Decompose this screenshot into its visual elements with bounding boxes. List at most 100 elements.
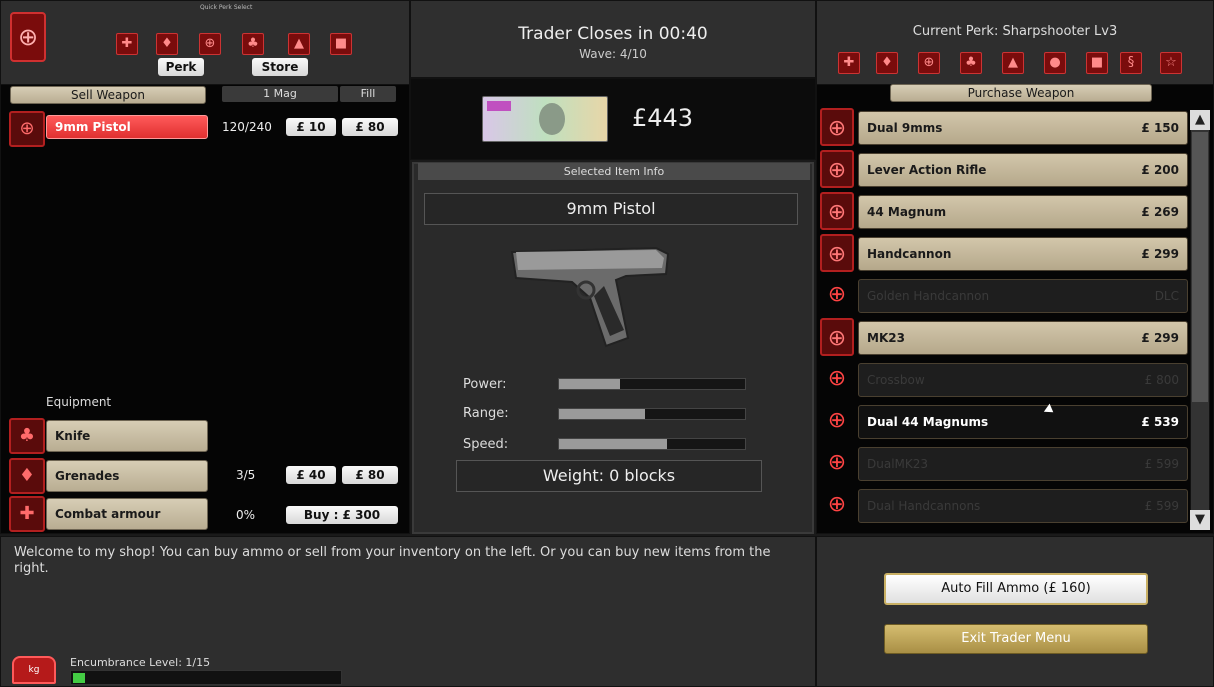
purchase-item-row[interactable]: Dual 44 Magnums £ 539: [858, 405, 1188, 439]
purchase-item-row[interactable]: Lever Action Rifle £ 200: [858, 153, 1188, 187]
auto-fill-ammo-button[interactable]: Auto Fill Ammo (£ 160): [884, 573, 1148, 605]
buy-mag-button[interactable]: £ 10: [286, 118, 336, 136]
purchase-item-price: £ 299: [1141, 247, 1179, 261]
pistol-icon: [510, 246, 670, 348]
exit-trader-button[interactable]: Exit Trader Menu: [884, 624, 1148, 654]
purchase-item-row[interactable]: 44 Magnum £ 269: [858, 195, 1188, 229]
sharpshooter-icon: ⊕: [827, 366, 847, 391]
money-amount: £443: [632, 104, 694, 132]
trader-message: Welcome to my shop! You can buy ammo or …: [14, 545, 771, 576]
perk-support-icon[interactable]: ♦: [156, 33, 178, 55]
selected-info-header: Selected Item Info: [418, 163, 810, 180]
purchase-item-name: MK23: [867, 331, 905, 345]
money-panel: [410, 78, 816, 160]
purchase-item-name: Handcannon: [867, 247, 952, 261]
weight-box: Weight: 0 blocks: [456, 460, 762, 492]
cash-icon: [482, 96, 608, 142]
purchase-weapon-header: Purchase Weapon: [890, 84, 1152, 102]
store-button[interactable]: Store: [252, 58, 308, 76]
fill-header: Fill: [340, 86, 396, 102]
scroll-down-arrow[interactable]: ▼: [1190, 510, 1210, 530]
purchase-item-row[interactable]: Dual Handcannons £ 599: [858, 489, 1188, 523]
armour-percent: 0%: [236, 508, 256, 522]
encumbrance-meter: [70, 670, 342, 685]
perk-sharpshooter-icon[interactable]: ⊕: [199, 33, 221, 55]
scroll-up-arrow[interactable]: ▲: [1190, 110, 1210, 130]
sell-weapon-header: Sell Weapon: [10, 86, 206, 104]
knife-name: Knife: [55, 429, 91, 443]
purchase-item-price: DLC: [1154, 289, 1179, 303]
sell-weapon-row[interactable]: 9mm Pistol: [46, 115, 208, 139]
purchase-item-price: £ 299: [1141, 331, 1179, 345]
perk-icon-5: ▲: [1002, 52, 1024, 74]
perk-icon-7: ■: [1086, 52, 1108, 74]
perk-medic-icon[interactable]: ✚: [116, 33, 138, 55]
purchase-item-row[interactable]: DualMK23 £ 599: [858, 447, 1188, 481]
grenades-row[interactable]: Grenades: [46, 460, 208, 492]
sharpshooter-icon: ⊕: [827, 450, 847, 475]
purchase-item-price: £ 150: [1141, 121, 1179, 135]
perk-icon-3: ⊕: [918, 52, 940, 74]
speed-label: Speed:: [463, 437, 509, 452]
current-perk-icon: ⊕: [10, 12, 46, 62]
power-bar: [558, 378, 746, 390]
equipment-label: Equipment: [46, 395, 112, 409]
perk-firebug-icon[interactable]: ▲: [288, 33, 310, 55]
knife-icon: ♣: [9, 418, 45, 454]
purchase-item-row[interactable]: MK23 £ 299: [858, 321, 1188, 355]
range-bar-fill: [559, 409, 645, 419]
trader-timer: Trader Closes in 00:40: [518, 24, 708, 44]
purchase-item-row[interactable]: Dual 9mms £ 150: [858, 111, 1188, 145]
perk-button[interactable]: Perk: [158, 58, 204, 76]
purchase-item-price: £ 539: [1141, 415, 1179, 429]
power-label: Power:: [463, 377, 507, 392]
buy-armour-button[interactable]: Buy : £ 300: [286, 506, 398, 524]
grenades-fill-button[interactable]: £ 80: [342, 466, 398, 484]
perk-icon-1: ✚: [838, 52, 860, 74]
one-mag-header: 1 Mag: [222, 86, 338, 102]
grenades-name: Grenades: [55, 469, 120, 483]
speed-bar: [558, 438, 746, 450]
purchase-item-row[interactable]: Golden Handcannon DLC: [858, 279, 1188, 313]
purchase-item-name: Crossbow: [867, 373, 925, 387]
purchase-item-price: £ 200: [1141, 163, 1179, 177]
perk-icon-8: §: [1120, 52, 1142, 74]
purchase-item-name: Lever Action Rifle: [867, 163, 987, 177]
fill-ammo-button[interactable]: £ 80: [342, 118, 398, 136]
purchase-item-name: Dual 9mms: [867, 121, 943, 135]
sell-weapon-ammo: 120/240: [222, 120, 272, 134]
perk-icon-4: ♣: [960, 52, 982, 74]
armour-icon: ✚: [9, 496, 45, 532]
scroll-thumb[interactable]: [1192, 132, 1208, 402]
perk-icon-2: ♦: [876, 52, 898, 74]
sharpshooter-icon: ⊕: [827, 408, 847, 433]
sharpshooter-icon: ⊕: [820, 150, 854, 188]
purchase-item-name: 44 Magnum: [867, 205, 947, 219]
action-panel: [816, 536, 1214, 687]
weight-icon: kg: [12, 656, 56, 684]
encumbrance-fill: [73, 673, 85, 683]
perk-icon-6: ●: [1044, 52, 1066, 74]
encumbrance-label: Encumbrance Level: 1/15: [70, 656, 211, 669]
purchase-item-row[interactable]: Handcannon £ 299: [858, 237, 1188, 271]
perk-demo-icon[interactable]: ■: [330, 33, 352, 55]
perk-commando-icon[interactable]: ♣: [242, 33, 264, 55]
grenade-icon: ♦: [9, 458, 45, 494]
sharpshooter-icon: ⊕: [9, 111, 45, 147]
knife-row[interactable]: Knife: [46, 420, 208, 452]
grenades-buy-one-button[interactable]: £ 40: [286, 466, 336, 484]
wave-label: Wave: 4/10: [579, 47, 647, 61]
sharpshooter-icon: ⊕: [820, 318, 854, 356]
star-icon: ☆: [1160, 52, 1182, 74]
power-bar-fill: [559, 379, 621, 389]
grenades-count: 3/5: [236, 468, 256, 482]
item-name-box: 9mm Pistol: [424, 193, 798, 225]
purchase-item-row[interactable]: Crossbow £ 800: [858, 363, 1188, 397]
sharpshooter-icon: ⊕: [820, 108, 854, 146]
armour-row[interactable]: Combat armour: [46, 498, 208, 530]
current-perk-label: Current Perk: Sharpshooter Lv3: [912, 24, 1118, 39]
purchase-item-price: £ 800: [1144, 373, 1179, 387]
sharpshooter-icon: ⊕: [820, 192, 854, 230]
quick-perk-label: Quick Perk Select: [200, 4, 253, 11]
weight-label: Weight: 0 blocks: [542, 466, 676, 485]
